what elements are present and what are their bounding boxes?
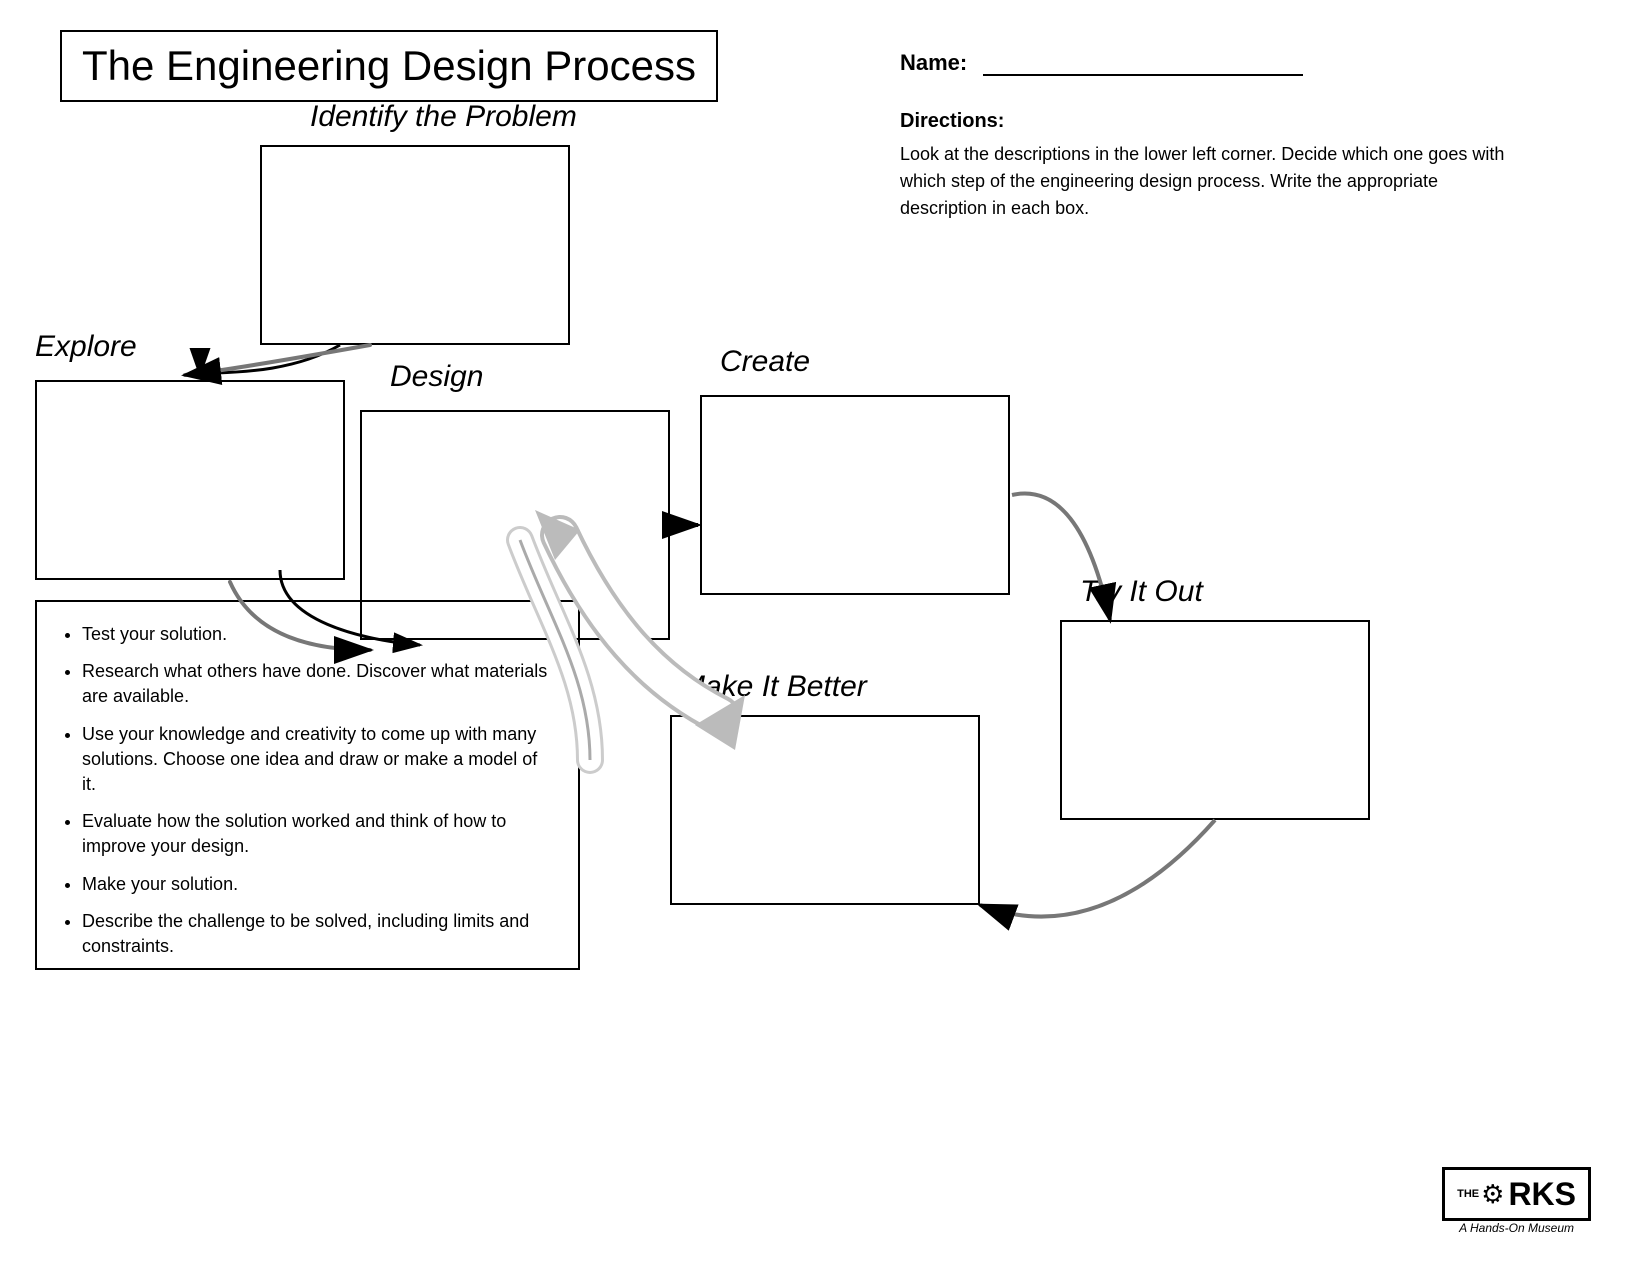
box-make bbox=[670, 715, 980, 905]
logo: THE ⚙ RKS A Hands-On Museum bbox=[1442, 1167, 1591, 1235]
label-identify: Identify the Problem bbox=[310, 100, 577, 134]
name-field: Name: bbox=[900, 50, 1303, 76]
name-label: Name: bbox=[900, 50, 967, 75]
label-create: Create bbox=[720, 345, 810, 379]
label-explore: Explore bbox=[35, 330, 137, 364]
title-box: The Engineering Design Process bbox=[60, 30, 718, 102]
directions-section: Directions: Look at the descriptions in … bbox=[900, 110, 1520, 222]
bullet-list: Test your solution. Research what others… bbox=[62, 622, 553, 959]
box-try bbox=[1060, 620, 1370, 820]
bullet-item-5: Make your solution. bbox=[82, 872, 553, 897]
logo-box: THE ⚙ RKS bbox=[1442, 1167, 1591, 1221]
logo-the-text: THE bbox=[1457, 1188, 1479, 1200]
logo-works-text: RKS bbox=[1508, 1178, 1576, 1210]
bullet-item-3: Use your knowledge and creativity to com… bbox=[82, 722, 553, 798]
label-make: Make It Better bbox=[680, 670, 867, 704]
bullet-item-4: Evaluate how the solution worked and thi… bbox=[82, 809, 553, 859]
label-try: Try It Out bbox=[1080, 575, 1203, 609]
box-explore bbox=[35, 380, 345, 580]
page: The Engineering Design Process Name: Dir… bbox=[0, 0, 1651, 1275]
name-line bbox=[983, 74, 1303, 76]
logo-gear-icon: ⚙ bbox=[1481, 1179, 1504, 1209]
bullet-item-2: Research what others have done. Discover… bbox=[82, 659, 553, 709]
logo-subtitle: A Hands-On Museum bbox=[1442, 1221, 1591, 1235]
bullet-item-1: Test your solution. bbox=[82, 622, 553, 647]
box-identify bbox=[260, 145, 570, 345]
directions-text: Look at the descriptions in the lower le… bbox=[900, 141, 1520, 222]
label-design: Design bbox=[390, 360, 483, 394]
bullet-list-box: Test your solution. Research what others… bbox=[35, 600, 580, 970]
directions-title: Directions: bbox=[900, 110, 1520, 133]
page-title: The Engineering Design Process bbox=[82, 42, 696, 89]
box-create bbox=[700, 395, 1010, 595]
bullet-item-6: Describe the challenge to be solved, inc… bbox=[82, 909, 553, 959]
